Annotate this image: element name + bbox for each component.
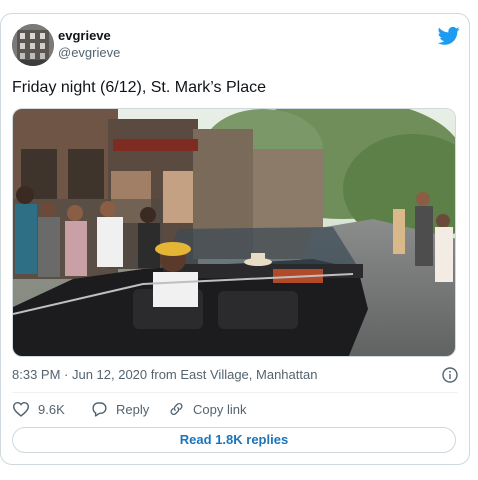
avatar[interactable] [12, 24, 54, 66]
tweet-timestamp[interactable]: 8:33 PM · Jun 12, 2020 from East Village… [12, 367, 317, 382]
info-icon[interactable] [442, 367, 458, 383]
display-name[interactable]: evgrieve [58, 28, 120, 44]
tweet-card: evgrieve @evgrieve Friday night (6/12), … [0, 13, 470, 465]
divider [12, 392, 458, 393]
copy-link-label: Copy link [193, 401, 247, 417]
reply-label: Reply [116, 401, 150, 417]
tweet-header: evgrieve @evgrieve [12, 24, 460, 68]
avatar-image [12, 24, 54, 66]
like-button[interactable]: 9.6K [12, 401, 65, 417]
like-count: 9.6K [38, 401, 65, 417]
street-photo-image [13, 109, 455, 356]
copy-link-button[interactable]: Copy link [168, 401, 246, 417]
tweet-photo[interactable] [12, 108, 456, 357]
read-replies-button[interactable]: Read 1.8K replies [12, 427, 456, 453]
tweet-meta: 8:33 PM · Jun 12, 2020 from East Village… [12, 367, 460, 383]
tweet-text: Friday night (6/12), St. Mark’s Place [12, 79, 267, 96]
author-names: evgrieve @evgrieve [58, 28, 120, 61]
reply-icon [92, 402, 107, 417]
twitter-bird-icon[interactable] [438, 26, 460, 46]
handle[interactable]: @evgrieve [58, 44, 120, 61]
link-icon [170, 402, 183, 416]
reply-button[interactable]: Reply [91, 401, 149, 417]
heart-icon [12, 401, 30, 417]
